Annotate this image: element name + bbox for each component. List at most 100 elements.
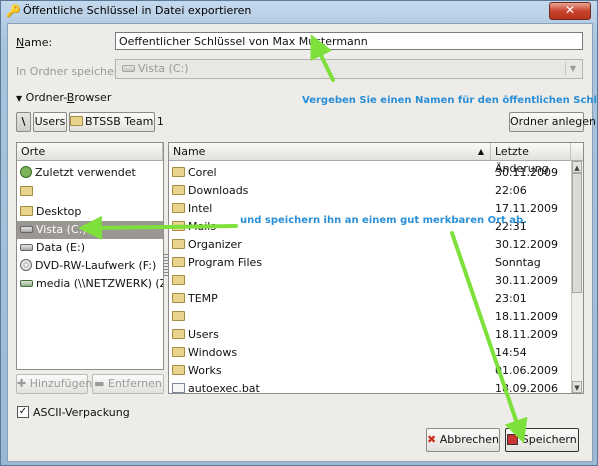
add-place-button[interactable]: ✚ Hinzufügen [16,374,92,394]
place-item-label: Zuletzt verwendet [35,166,136,179]
file-list-scrollbar[interactable]: ▲ ▼ [571,161,583,393]
folder-browser-label-pre: Ordner- [25,91,67,104]
folder-icon [172,257,185,267]
file-date: 18.11.2009 [495,310,558,323]
add-place-label: Hinzufügen [29,377,93,390]
file-row[interactable]: 30.11.2009 [169,272,571,290]
folder-browser-label-post: rowser [74,91,112,104]
folder-icon [172,167,185,177]
folder-icon [172,221,185,231]
scroll-up-arrow-icon[interactable]: ▲ [572,161,582,173]
place-item-label: media (\\NETZWERK) (Z:) [36,277,164,290]
cancel-label: Abbrechen [439,433,500,446]
dialog-window: 🔑 Öffentliche Schlüssel in Datei exporti… [0,0,598,466]
save-label: Speichern [521,433,577,446]
name-label: Name: [16,36,52,49]
path-root-button[interactable]: \ [16,112,31,132]
file-date: 23:01 [495,292,527,305]
sort-ascending-icon: ▲ [477,147,484,156]
title-bar[interactable]: 🔑 Öffentliche Schlüssel in Datei exporti… [1,1,597,21]
save-button[interactable]: Speichern [505,428,579,452]
annotation-location-hint: und speichern ihn an einem gut merkbaren… [240,215,528,226]
place-item-dvd-f[interactable]: DVD-RW-Laufwerk (F:) [17,257,163,275]
file-name: Corel [188,166,217,179]
chevron-down-icon: ▼ [565,62,580,76]
place-item-vista-c[interactable]: Vista (C:) [17,221,163,239]
place-item-recent[interactable]: Zuletzt verwendet [17,164,163,182]
file-row[interactable]: autoexec.bat 18.09.2006 [169,380,571,394]
name-label-rest: ame: [24,36,53,49]
network-drive-icon [20,280,33,287]
scrollbar-thumb[interactable] [572,173,582,293]
folder-icon [172,185,185,195]
save-in-folder-combo[interactable]: Vista (C:) ▼ [115,59,583,79]
name-input[interactable]: Oeffentlicher Schlüssel von Max Musterma… [115,32,583,50]
file-row[interactable]: Organizer 30.12.2009 [169,236,571,254]
window-title: Öffentliche Schlüssel in Datei exportier… [23,4,252,17]
dialog-body: Name: Oeffentlicher Schlüssel von Max Mu… [7,23,596,462]
files-panel: Name ▲ Letzte Änderung Corel 30.11.2009 Do… [168,142,584,394]
file-row[interactable]: Windows 14:54 [169,344,571,362]
file-date: 01.06.2009 [495,364,558,377]
place-item-data-e[interactable]: Data (E:) [17,239,163,257]
drive-icon [20,226,33,233]
ascii-armor-checkbox[interactable]: ✓ [17,406,29,418]
folder-browser-expander[interactable]: ▼ Ordner-Browser [16,91,111,104]
name-label-mnemonic: N [16,36,25,49]
file-row[interactable]: Corel 30.11.2009 [169,164,571,182]
place-item-media-z[interactable]: media (\\NETZWERK) (Z:) [17,275,163,293]
path-segment-btssb-team-label: BTSSB Team 1 [85,115,164,128]
ascii-armor-label: ASCII-Verpackung [33,406,130,419]
folder-icon [20,186,33,196]
close-button[interactable]: ✕ [549,2,591,20]
place-item-label: Desktop [36,205,82,218]
folder-icon [172,347,185,357]
folder-icon [172,203,185,213]
file-name: Program Files [188,256,263,269]
folder-icon [172,293,185,303]
file-name: Windows [188,346,238,359]
floppy-disk-icon [507,434,519,445]
expander-triangle-icon: ▼ [16,94,23,103]
place-item-home[interactable] [17,183,163,201]
column-header-date[interactable]: Letzte Änderung [491,143,571,175]
annotation-name-hint: Vergeben Sie einen Namen für den öffentl… [302,95,598,106]
places-panel: Orte Zuletzt verwendet Desktop Vista (C:… [16,142,164,370]
key-icon: 🔑 [6,4,21,18]
folder-icon [172,239,185,249]
create-folder-button[interactable]: Ordner anlegen [509,112,596,132]
file-icon [172,383,185,393]
folder-icon [172,365,185,375]
column-header-name[interactable]: Name ▲ [169,143,491,161]
path-segment-users[interactable]: Users [33,112,67,132]
save-in-folder-label: In Ordner speichern: [16,65,129,78]
file-row[interactable]: 18.11.2009 [169,308,571,326]
place-item-label: Vista (C:) [36,223,87,236]
file-row[interactable]: Users 18.11.2009 [169,326,571,344]
path-segment-btssb-team[interactable]: BTSSB Team 1 [69,112,164,132]
minus-icon: ▬ [94,377,105,390]
dvd-icon [20,259,32,271]
file-row[interactable]: Works 01.06.2009 [169,362,571,380]
folder-icon [172,329,185,339]
scroll-down-arrow-icon[interactable]: ▼ [572,381,582,393]
file-date: 18.11.2009 [495,328,558,341]
recent-icon [20,166,32,178]
place-item-label: Data (E:) [36,241,86,254]
file-row[interactable]: TEMP 23:01 [169,290,571,308]
remove-place-button[interactable]: ▬ Entfernen [92,374,164,394]
file-date: 30.11.2009 [495,166,558,179]
file-date: 14:54 [495,346,527,359]
file-date: 18.09.2006 [495,382,558,394]
places-header[interactable]: Orte [17,143,163,161]
file-row[interactable]: Downloads 22:06 [169,182,571,200]
folder-icon [20,206,33,216]
place-item-desktop[interactable]: Desktop [17,203,163,221]
drive-icon [20,244,33,251]
cancel-button[interactable]: ✖ Abbrechen [426,428,500,452]
cancel-x-icon: ✖ [427,433,437,446]
file-row[interactable]: Program Files Sonntag [169,254,571,272]
checkmark-icon: ✓ [18,406,28,417]
file-date: Sonntag [495,256,541,269]
file-name: Organizer [188,238,242,251]
